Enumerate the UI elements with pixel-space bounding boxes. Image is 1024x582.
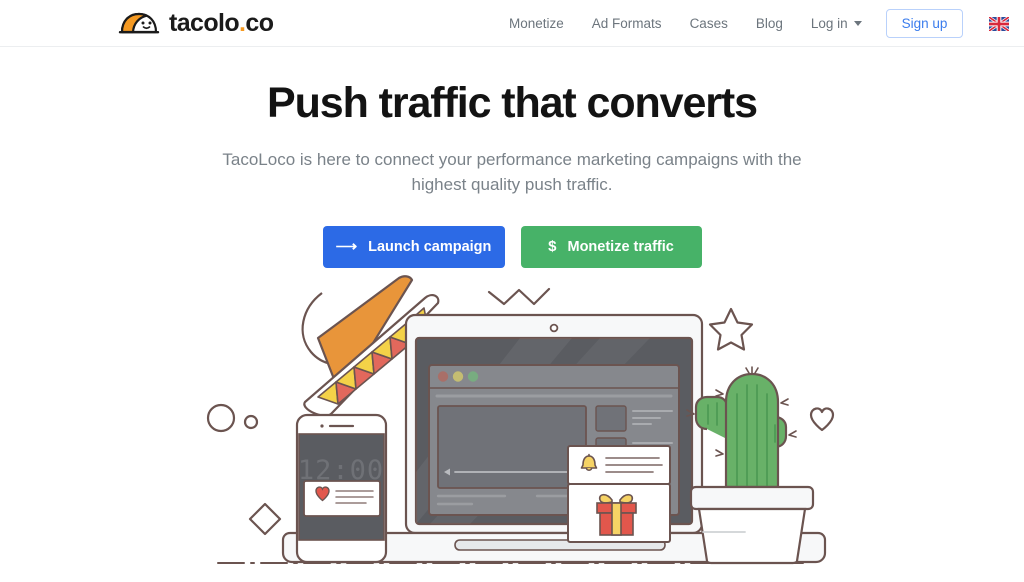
nav-item-cases[interactable]: Cases bbox=[676, 0, 742, 47]
chevron-down-icon bbox=[853, 21, 862, 26]
uk-flag-icon bbox=[988, 15, 1011, 32]
phone-notification-card bbox=[303, 480, 381, 517]
page-title: Push traffic that converts bbox=[267, 79, 758, 127]
pot-body bbox=[697, 507, 807, 565]
monetize-traffic-button[interactable]: $ Monetize traffic bbox=[520, 225, 702, 268]
star-icon bbox=[708, 307, 754, 351]
notification-card bbox=[567, 445, 671, 485]
zigzag-icon bbox=[487, 287, 551, 306]
login-dropdown[interactable]: Log in bbox=[797, 0, 876, 47]
hero-illustration: 12:00 bbox=[0, 272, 1024, 582]
illustration-canvas: 12:00 bbox=[206, 275, 835, 565]
traffic-light-green bbox=[467, 371, 479, 382]
circle-large-icon bbox=[206, 403, 236, 433]
nav-item-blog[interactable]: Blog bbox=[742, 0, 797, 47]
dollar-icon: $ bbox=[548, 238, 557, 256]
nav-item-monetize[interactable]: Monetize bbox=[495, 0, 578, 47]
launch-campaign-label: Launch campaign bbox=[368, 238, 492, 255]
gift-card bbox=[567, 483, 671, 543]
hero-section: Push traffic that converts TacoLoco is h… bbox=[0, 47, 1024, 268]
traffic-light-red bbox=[437, 371, 449, 382]
pot-rim bbox=[689, 485, 815, 511]
launch-campaign-button[interactable]: ⟶ Launch campaign bbox=[322, 225, 505, 268]
logo-text: tacolo.co bbox=[169, 8, 274, 37]
monetize-traffic-label: Monetize traffic bbox=[567, 238, 674, 255]
logo[interactable]: tacolo.co bbox=[118, 7, 274, 39]
smartphone: 12:00 bbox=[295, 413, 388, 564]
login-label: Log in bbox=[810, 16, 848, 31]
main-navigation: Monetize Ad Formats Cases Blog Log in Si… bbox=[495, 0, 1011, 47]
nav-item-ad-formats[interactable]: Ad Formats bbox=[578, 0, 676, 47]
taco-icon bbox=[118, 12, 160, 34]
heart-icon bbox=[809, 407, 835, 432]
arrow-right-icon: ⟶ bbox=[335, 238, 358, 256]
traffic-light-yellow bbox=[452, 371, 464, 382]
site-header: tacolo.co Monetize Ad Formats Cases Blog… bbox=[0, 0, 1024, 47]
cta-row: ⟶ Launch campaign $ Monetize traffic bbox=[0, 225, 1024, 268]
hero-subtitle: TacoLoco is here to connect your perform… bbox=[222, 150, 802, 195]
circle-small-icon bbox=[243, 414, 259, 430]
phone-camera bbox=[320, 424, 324, 428]
cactus bbox=[686, 366, 815, 565]
diamond-icon bbox=[248, 502, 282, 536]
language-selector[interactable] bbox=[988, 15, 1011, 32]
signup-button[interactable]: Sign up bbox=[885, 8, 964, 39]
